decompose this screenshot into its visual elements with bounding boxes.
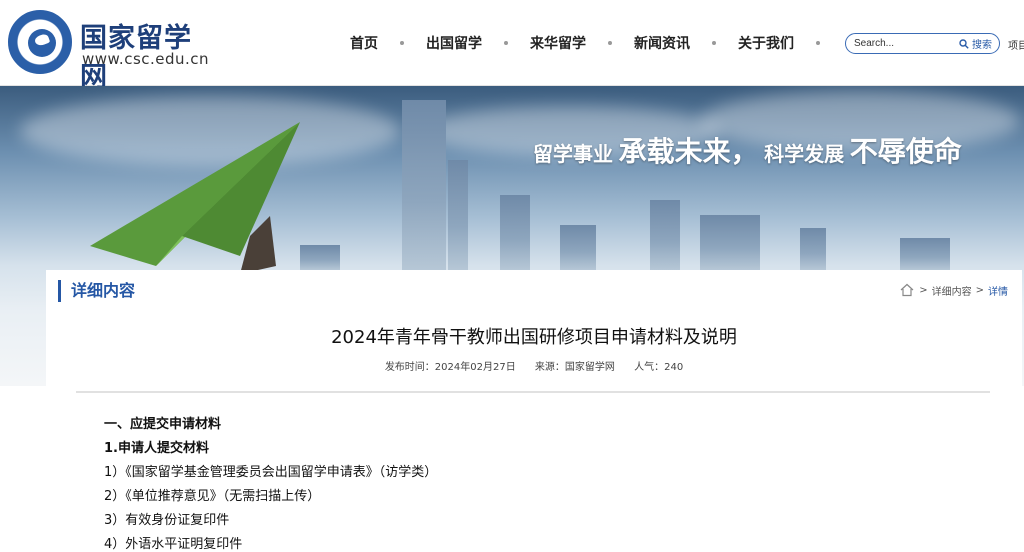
banner-slogan: 留学事业 承载未来， 科学发展 不辱使命 [533, 135, 962, 168]
main-nav: 首页 出国留学 来华留学 新闻资讯 关于我们 [350, 32, 842, 54]
nav-study-abroad[interactable]: 出国留学 [426, 33, 482, 53]
nav-home[interactable]: 首页 [350, 33, 378, 53]
nav-about-us[interactable]: 关于我们 [738, 33, 794, 53]
article-paragraph: 2）《单位推荐意见》（无需扫描上传） [104, 489, 321, 504]
search-button-label: 搜索 [972, 40, 992, 51]
content-panel: 详细内容 > 详细内容 > 详情 2024年青年骨干教师出国研修项目申请材料及说… [46, 270, 1022, 552]
breadcrumb-item[interactable]: 详细内容 [932, 283, 972, 298]
nav-news[interactable]: 新闻资讯 [634, 33, 690, 53]
search-icon [959, 38, 969, 49]
article-paragraph: 3）有效身份证复印件 [104, 513, 230, 528]
logo-url: www.csc.edu.cn [82, 50, 210, 68]
publish-time: 发布时间：2024年02月27日 [384, 362, 516, 373]
search-box: 搜索 [845, 33, 1000, 54]
view-count: 人气：240 [634, 362, 684, 373]
breadcrumb-separator: > [975, 284, 984, 296]
breadcrumb-current: 详情 [988, 286, 1008, 298]
article-paragraph: 4）外语水平证明复印件 [104, 537, 243, 552]
nav-separator [400, 41, 404, 45]
paper-plane-image [90, 122, 300, 274]
search-input[interactable] [854, 36, 954, 51]
nav-separator [816, 41, 820, 45]
article-heading: 一、应提交申请材料 [104, 417, 222, 432]
nav-study-in-china[interactable]: 来华留学 [530, 33, 586, 53]
nav-separator [504, 41, 508, 45]
article-source: 来源：国家留学网 [534, 362, 615, 373]
nav-separator [712, 41, 716, 45]
section-title: 详细内容 [58, 280, 135, 302]
article-title: 2024年青年骨干教师出国研修项目申请材料及说明 [331, 327, 737, 348]
divider [76, 391, 990, 393]
home-icon[interactable] [899, 282, 915, 298]
article-meta: 发布时间：2024年02月27日 来源：国家留学网 人气：240 [46, 358, 1022, 373]
site-logo[interactable]: 国家留学网 www.csc.edu.cn [8, 10, 210, 93]
article-body: 一、应提交申请材料 1.申请人提交材料 1）《国家留学基金管理委员会出国留学申请… [104, 413, 437, 552]
csc-seal-icon [8, 10, 72, 74]
breadcrumb: > 详细内容 > 详情 [899, 282, 1008, 298]
search-button[interactable]: 搜索 [959, 36, 992, 51]
article-subheading: 1.申请人提交材料 [104, 441, 209, 456]
nav-separator [608, 41, 612, 45]
breadcrumb-separator: > [919, 284, 928, 296]
site-header: 国家留学网 www.csc.edu.cn 首页 出国留学 来华留学 新闻资讯 关… [0, 0, 1024, 93]
header-extra-link[interactable]: 项目 [1008, 37, 1024, 52]
article-paragraph: 1）《国家留学基金管理委员会出国留学申请表》（访学类） [104, 465, 438, 480]
